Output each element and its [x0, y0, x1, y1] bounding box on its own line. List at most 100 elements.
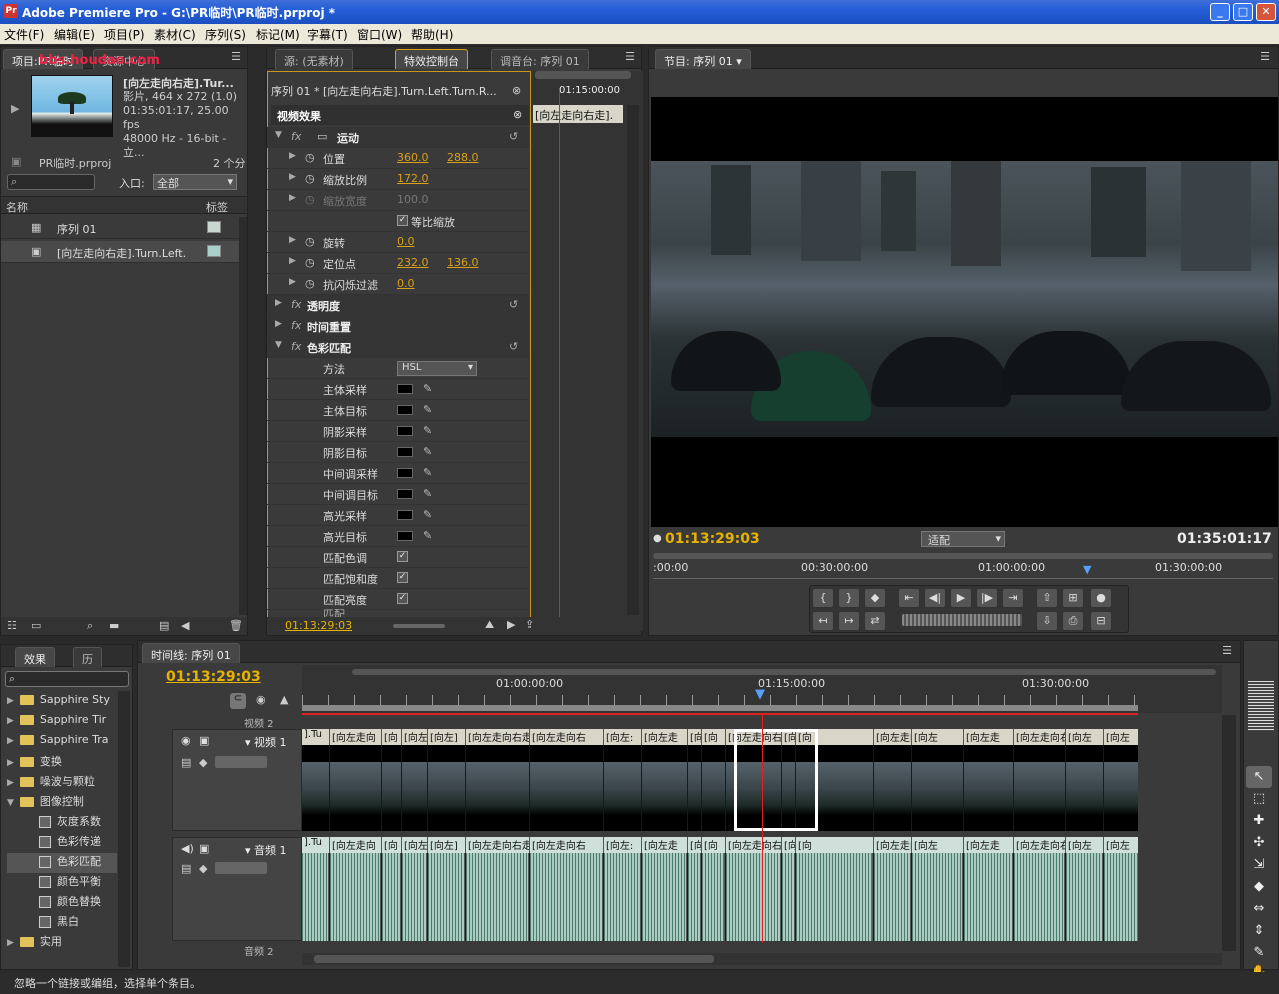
- stopwatch-icon[interactable]: ◷: [305, 172, 315, 185]
- project-item[interactable]: ▣ [向左走向右走].Turn.Left.: [1, 241, 239, 263]
- audio-clip[interactable]: [向左]: [428, 837, 466, 853]
- folder-icon[interactable]: ▬: [109, 619, 119, 632]
- fit-select[interactable]: 适配 ▾: [921, 531, 1005, 547]
- rolling-edit-tool-icon[interactable]: ✣: [1246, 832, 1272, 854]
- multi-cam-icon[interactable]: ⊟: [1090, 611, 1112, 631]
- eyedropper-icon[interactable]: ✎: [423, 466, 432, 479]
- eyedropper-icon[interactable]: ✎: [423, 403, 432, 416]
- export-frame-icon[interactable]: ⎙: [1062, 611, 1084, 631]
- ec-checkbox[interactable]: ✓: [397, 215, 408, 226]
- eyedropper-icon[interactable]: ✎: [423, 424, 432, 437]
- video-clip[interactable]: ].Tu: [302, 729, 330, 745]
- play-audio-icon[interactable]: ▶: [507, 618, 515, 631]
- program-zoom-bar[interactable]: [653, 553, 1273, 559]
- ec-scrollbar[interactable]: [627, 105, 639, 615]
- video-clip[interactable]: [向左走向右走: [726, 729, 782, 745]
- video-clip[interactable]: [向: [688, 729, 702, 745]
- menu-0[interactable]: 文件(F): [4, 26, 44, 43]
- project-search-input[interactable]: ⌕: [7, 174, 95, 190]
- fx-badge-icon[interactable]: fx: [291, 319, 301, 332]
- ec-value-1[interactable]: 172.0: [397, 172, 429, 185]
- effects-tree-item[interactable]: ▼ 图像控制: [7, 793, 117, 813]
- export-icon[interactable]: ⇪: [525, 618, 534, 631]
- label-swatch[interactable]: [207, 245, 221, 257]
- timeline-timecode[interactable]: 01:13:29:03: [166, 669, 261, 685]
- audio-clip[interactable]: [向左: [912, 837, 964, 853]
- disclosure-icon[interactable]: ▶: [289, 235, 296, 245]
- play-button[interactable]: ▶: [950, 588, 972, 608]
- video-clip[interactable]: [向左走向右走: [466, 729, 530, 745]
- eyedropper-icon[interactable]: ✎: [423, 487, 432, 500]
- video-clip[interactable]: [向左走向: [330, 729, 382, 745]
- disclosure-icon[interactable]: ▶: [275, 298, 282, 308]
- tab-audio-mixer[interactable]: 调音台: 序列 01: [491, 49, 589, 69]
- video-clip[interactable]: [向左: [782, 729, 796, 745]
- video-clip[interactable]: [向左: [912, 729, 964, 745]
- video-clip[interactable]: [向左: [402, 729, 428, 745]
- audio-clip[interactable]: [向左走: [964, 837, 1014, 853]
- keyframe-icon[interactable]: ▲: [280, 693, 288, 706]
- disclosure-icon[interactable]: ▶: [7, 758, 14, 768]
- color-swatch[interactable]: [397, 384, 413, 394]
- stopwatch-icon[interactable]: ◷: [305, 277, 315, 290]
- go-to-out-icon[interactable]: ⇥: [1002, 588, 1024, 608]
- slip-tool-icon[interactable]: ⇔: [1246, 898, 1272, 920]
- audio-clip[interactable]: [向左:: [604, 837, 642, 853]
- audio-clip[interactable]: [向: [702, 837, 726, 853]
- nav-arrow-icon[interactable]: ⊗: [512, 84, 521, 97]
- new-item-icon[interactable]: ▤: [159, 619, 169, 632]
- ec-value-1[interactable]: 0.0: [397, 277, 415, 290]
- effects-tree-item[interactable]: ▶ Sapphire Tra: [7, 733, 117, 753]
- method-select[interactable]: HSL ▾: [397, 361, 477, 376]
- col-label[interactable]: 标签: [206, 199, 228, 215]
- ec-timecode[interactable]: 01:13:29:03: [285, 619, 352, 632]
- disclosure-icon[interactable]: ▶: [7, 938, 14, 948]
- video-clip[interactable]: [向左:: [604, 729, 642, 745]
- disclosure-icon[interactable]: ▶: [289, 277, 296, 287]
- lift-icon[interactable]: ⇧: [1036, 588, 1058, 608]
- step-back-icon[interactable]: ◀|: [924, 588, 946, 608]
- col-name[interactable]: 名称: [6, 199, 28, 215]
- disclosure-icon[interactable]: ▼: [275, 340, 282, 350]
- slide-tool-icon[interactable]: ⇕: [1246, 920, 1272, 942]
- icon-view-icon[interactable]: ▭: [31, 619, 41, 632]
- effects-tree-item[interactable]: 颜色替换: [7, 893, 117, 913]
- panel-menu-icon[interactable]: ☰: [1222, 644, 1232, 657]
- disclosure-icon[interactable]: ▶: [7, 778, 14, 788]
- video-clip[interactable]: [向左走向右: [530, 729, 604, 745]
- menu-3[interactable]: 素材(C): [154, 26, 196, 43]
- disclosure-icon[interactable]: ▶: [7, 736, 14, 746]
- ec-value-2[interactable]: 288.0: [447, 151, 479, 164]
- fx-badge-icon[interactable]: fx: [291, 298, 301, 311]
- close-button[interactable]: ✕: [1256, 3, 1276, 21]
- eyedropper-icon[interactable]: ✎: [423, 382, 432, 395]
- ec-value-1[interactable]: 360.0: [397, 151, 429, 164]
- stopwatch-icon[interactable]: ◷: [305, 256, 315, 269]
- audio-clip[interactable]: ].Tu: [302, 837, 330, 853]
- ec-value-1[interactable]: 232.0: [397, 256, 429, 269]
- disclosure-icon[interactable]: ▶: [289, 256, 296, 266]
- go-to-in-icon[interactable]: ⇤: [898, 588, 920, 608]
- audio-clip[interactable]: [向左: [1066, 837, 1104, 853]
- panel-menu-icon[interactable]: ☰: [625, 50, 635, 63]
- color-swatch[interactable]: [397, 531, 413, 541]
- waveform-icon[interactable]: ▤: [181, 862, 191, 875]
- effects-search-input[interactable]: ⌕: [5, 671, 129, 687]
- in-select[interactable]: 全部 ▾: [153, 174, 237, 190]
- ec-value-1[interactable]: 0.0: [397, 235, 415, 248]
- tab-history[interactable]: 历: [73, 647, 102, 667]
- video-clip[interactable]: [向左走向右: [1014, 729, 1066, 745]
- loop-icon[interactable]: ⇄: [864, 611, 886, 631]
- ec-value-1[interactable]: 100.0: [397, 193, 429, 206]
- color-swatch[interactable]: [397, 489, 413, 499]
- disclosure-icon[interactable]: ▶: [275, 319, 282, 329]
- menu-1[interactable]: 编辑(E): [54, 26, 95, 43]
- ripple-edit-tool-icon[interactable]: ✚: [1246, 810, 1272, 832]
- marker-icon[interactable]: ◆: [864, 588, 886, 608]
- eye-icon[interactable]: ◉: [181, 734, 191, 747]
- audio-clip[interactable]: [向左: [1104, 837, 1138, 853]
- audio-clip[interactable]: [向左: [402, 837, 428, 853]
- effects-tree-item[interactable]: ▶ 实用: [7, 933, 117, 953]
- pen-tool-icon[interactable]: ✎: [1246, 942, 1272, 964]
- audio-clip[interactable]: [向左走向右走: [466, 837, 530, 853]
